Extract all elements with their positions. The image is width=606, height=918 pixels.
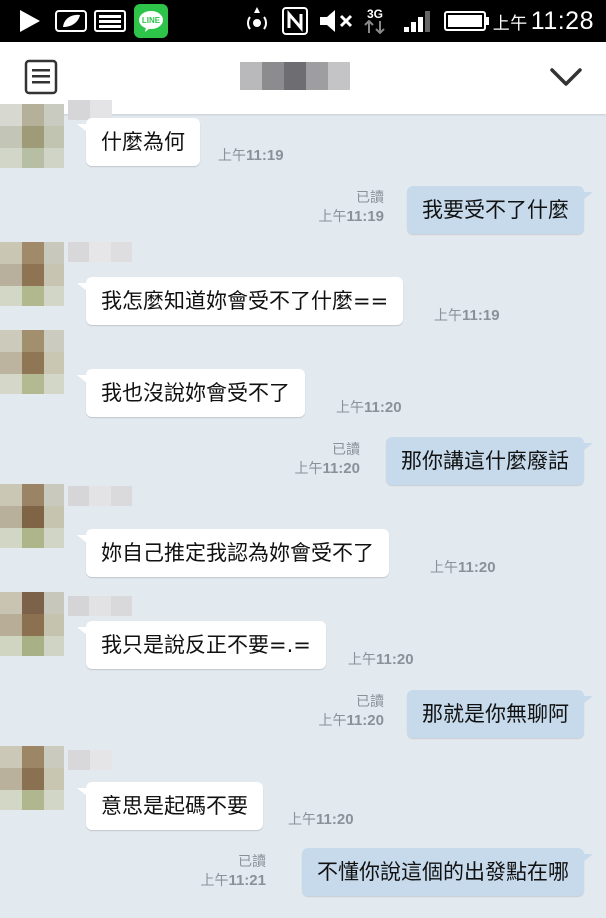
sender-name-blurred	[68, 486, 132, 506]
line-app-icon: LINE	[134, 0, 168, 42]
message-ampm: 上午	[318, 712, 347, 728]
message-meta: 上午11:20	[288, 810, 354, 829]
message-bubble-sent[interactable]: 那就是你無聊阿	[407, 690, 593, 738]
message-ampm: 上午	[434, 307, 462, 323]
leaf-icon	[54, 0, 88, 42]
read-receipt: 已讀	[238, 853, 266, 869]
sender-name-blurred	[68, 242, 132, 262]
svg-text:LINE: LINE	[142, 16, 161, 25]
message-ampm: 上午	[294, 460, 323, 476]
message-text: 意思是起碼不要	[101, 794, 248, 818]
message-text: 我要受不了什麼	[422, 198, 569, 222]
message-meta: 上午11:20	[336, 398, 402, 417]
battery-icon	[444, 0, 490, 42]
message-time: 11:20	[376, 651, 414, 668]
menu-icon[interactable]	[24, 59, 58, 95]
message-bubble-received[interactable]: 什麼為何	[77, 118, 200, 166]
message-meta: 已讀 上午11:20	[294, 440, 360, 478]
message-time: 11:20	[458, 559, 496, 576]
message-text: 我只是說反正不要=.=	[101, 633, 311, 657]
network-type-icon: 3G	[364, 0, 386, 42]
message-meta: 上午11:19	[218, 146, 284, 165]
read-receipt: 已讀	[332, 441, 360, 457]
avatar[interactable]	[0, 104, 64, 168]
avatar[interactable]	[0, 592, 64, 656]
message-bubble-received[interactable]: 我怎麼知道妳會受不了什麼==	[76, 277, 404, 325]
message-time: 11:19	[346, 208, 384, 225]
avatar[interactable]	[0, 484, 64, 548]
message-bubble-received[interactable]: 我也沒說妳會受不了	[77, 369, 305, 417]
message-text: 什麼為何	[101, 130, 185, 154]
sender-name-blurred	[68, 100, 132, 120]
signal-icon	[404, 0, 434, 42]
message-text: 妳自己推定我認為妳會受不了	[101, 541, 374, 565]
sender-name-blurred	[68, 750, 132, 770]
message-bubble-received[interactable]: 我只是說反正不要=.=	[77, 621, 326, 669]
chat-area[interactable]: 什麼為何 上午11:19 已讀 上午11:19 我要受不了什麼 我怎麼知道妳會受…	[0, 100, 606, 918]
sender-name-blurred	[68, 596, 132, 616]
message-text: 不懂你說這個的出發點在哪	[317, 860, 569, 884]
network-type-label: 3G	[366, 7, 383, 21]
message-bubble-sent[interactable]: 不懂你說這個的出發點在哪	[302, 848, 593, 896]
message-time: 11:21	[228, 872, 266, 889]
message-meta: 上午11:19	[434, 306, 500, 325]
chevron-down-icon[interactable]	[546, 62, 586, 92]
message-bubble-received[interactable]: 意思是起碼不要	[77, 782, 263, 830]
message-time: 11:20	[346, 712, 384, 729]
keyboard-icon	[94, 0, 126, 42]
status-bar: LINE 3G 上午 11:28	[0, 0, 606, 42]
message-time: 11:20	[322, 460, 360, 477]
status-clock: 上午 11:28	[493, 0, 594, 42]
message-ampm: 上午	[288, 811, 316, 827]
message-meta: 上午11:20	[348, 650, 414, 669]
message-meta: 已讀 上午11:20	[318, 692, 384, 730]
message-meta: 上午11:20	[430, 558, 496, 577]
avatar[interactable]	[0, 746, 64, 810]
play-icon	[18, 0, 42, 42]
read-receipt: 已讀	[356, 693, 384, 709]
message-ampm: 上午	[430, 559, 458, 575]
message-meta: 已讀 上午11:19	[318, 188, 384, 226]
message-ampm: 上午	[318, 208, 347, 224]
message-ampm: 上午	[348, 651, 376, 667]
message-text: 那你講這什麼廢話	[401, 449, 569, 473]
message-meta: 已讀 上午11:21	[200, 852, 266, 890]
nfc-icon	[282, 0, 308, 42]
clock-time: 11:28	[530, 6, 594, 35]
mute-icon	[318, 0, 354, 42]
message-text: 那就是你無聊阿	[422, 702, 569, 726]
message-text: 我怎麼知道妳會受不了什麼==	[101, 289, 389, 313]
message-bubble-sent[interactable]: 我要受不了什麼	[407, 186, 593, 234]
clock-ampm: 上午	[492, 13, 528, 33]
message-ampm: 上午	[218, 147, 246, 163]
message-time: 11:20	[364, 399, 402, 416]
avatar[interactable]	[0, 330, 64, 394]
message-time: 11:19	[246, 147, 284, 164]
message-time: 11:20	[316, 811, 354, 828]
message-bubble-received[interactable]: 妳自己推定我認為妳會受不了	[77, 529, 389, 577]
message-text: 我也沒說妳會受不了	[101, 381, 290, 405]
avatar[interactable]	[0, 242, 64, 306]
contact-name-blurred	[240, 62, 350, 90]
message-ampm: 上午	[336, 399, 364, 415]
message-ampm: 上午	[200, 872, 229, 888]
hotspot-icon	[244, 0, 270, 42]
read-receipt: 已讀	[356, 189, 384, 205]
message-bubble-sent[interactable]: 那你講這什麼廢話	[386, 437, 593, 485]
message-time: 11:19	[462, 307, 500, 324]
